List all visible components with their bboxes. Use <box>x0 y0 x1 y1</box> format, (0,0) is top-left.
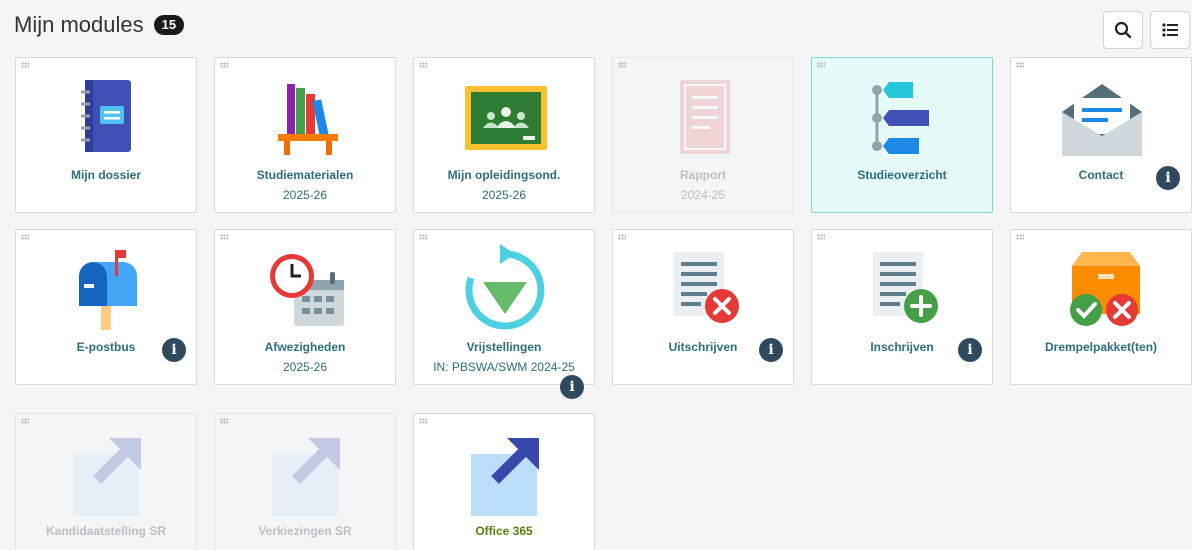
module-sublabel: 2025-26 <box>282 188 328 202</box>
module-tile-mijn-opleidingsond[interactable]: Mijn opleidingsond. 2025-26 <box>413 57 595 213</box>
module-sublabel: 2024-25 <box>680 188 726 202</box>
module-label: Mijn opleidingsond. <box>447 168 561 182</box>
list-view-button[interactable] <box>1150 11 1190 49</box>
page-title: Mijn modules <box>14 12 144 37</box>
drag-handle <box>21 418 29 424</box>
search-icon <box>1114 21 1132 39</box>
info-badge[interactable]: i <box>958 338 982 362</box>
drag-handle <box>220 418 228 424</box>
classroom-board-icon <box>465 86 547 150</box>
module-label: Studiematerialen <box>256 168 354 182</box>
drag-handle[interactable] <box>21 234 29 240</box>
drag-handle[interactable] <box>220 62 228 68</box>
module-tile-studieoverzicht[interactable]: Studieoverzicht <box>811 57 993 213</box>
drag-handle[interactable] <box>419 62 427 68</box>
module-sublabel: IN: PBSWA/SWM 2024-25 <box>433 360 575 374</box>
drag-handle <box>618 62 626 68</box>
clock-calendar-icon <box>270 254 344 326</box>
module-tile-contact[interactable]: Contact i <box>1010 57 1192 213</box>
module-label: Verkiezingen SR <box>258 524 352 538</box>
external-link-icon <box>272 438 340 516</box>
drag-handle[interactable] <box>817 62 825 68</box>
info-badge[interactable]: i <box>759 338 783 362</box>
drag-handle[interactable] <box>1016 234 1024 240</box>
module-tile-office-365[interactable]: Office 365 <box>413 413 595 550</box>
module-label: Rapport <box>680 168 726 182</box>
module-tile-drempelpakketten[interactable]: Drempelpakket(ten) <box>1010 229 1192 385</box>
cycle-arrow-icon <box>465 244 545 330</box>
module-tile-kandidaatstelling-sr: Kandidaatstelling SR <box>15 413 197 550</box>
external-link-icon <box>471 438 539 516</box>
drag-handle[interactable] <box>618 234 626 240</box>
module-tile-vrijstellingen[interactable]: Vrijstellingen IN: PBSWA/SWM 2024-25 i <box>413 229 595 399</box>
module-count-badge: 15 <box>153 15 185 35</box>
books-shelf-icon <box>278 84 338 155</box>
drag-handle[interactable] <box>817 234 825 240</box>
drag-handle[interactable] <box>1016 62 1024 68</box>
module-sublabel: 2025-26 <box>282 360 328 374</box>
module-tile-rapport: Rapport 2024-25 <box>612 57 794 213</box>
drag-handle[interactable] <box>419 418 427 424</box>
box-check-cross-icon <box>1070 252 1140 326</box>
module-tile-mijn-dossier[interactable]: Mijn dossier <box>15 57 197 213</box>
list-icon <box>1162 23 1178 37</box>
page-header: Mijn modules 15 <box>14 12 185 38</box>
module-tile-afwezigheden[interactable]: Afwezigheden 2025-26 <box>214 229 396 385</box>
module-tile-studiematerialen[interactable]: Studiematerialen 2025-26 <box>214 57 396 213</box>
certificate-icon <box>680 80 730 154</box>
info-badge[interactable]: i <box>1156 166 1180 190</box>
module-label: Office 365 <box>475 524 533 538</box>
info-badge[interactable]: i <box>560 375 584 399</box>
document-remove-icon <box>674 252 739 323</box>
module-label: Afwezigheden <box>264 340 346 354</box>
drag-handle[interactable] <box>419 234 427 240</box>
mailbox-icon <box>79 250 137 330</box>
envelope-icon <box>1062 84 1142 156</box>
module-tile-inschrijven[interactable]: Inschrijven i <box>811 229 993 385</box>
module-label: Studieoverzicht <box>857 168 947 182</box>
timeline-tags-icon <box>872 82 929 154</box>
drag-handle[interactable] <box>21 62 29 68</box>
notebook-icon <box>81 80 131 152</box>
module-tile-verkiezingen-sr: Verkiezingen SR <box>214 413 396 550</box>
module-label: Kandidaatstelling SR <box>45 524 167 538</box>
module-label: Drempelpakket(ten) <box>1044 340 1158 354</box>
drag-handle[interactable] <box>220 234 228 240</box>
document-add-icon <box>873 252 938 323</box>
external-link-icon <box>73 438 141 516</box>
module-sublabel: 2025-26 <box>481 188 527 202</box>
module-tile-e-postbus[interactable]: E-postbus i <box>15 229 197 385</box>
module-label: Mijn dossier <box>70 168 141 182</box>
search-button[interactable] <box>1103 11 1143 49</box>
module-label: Vrijstellingen <box>466 340 542 354</box>
module-tile-uitschrijven[interactable]: Uitschrijven i <box>612 229 794 385</box>
info-badge[interactable]: i <box>162 338 186 362</box>
